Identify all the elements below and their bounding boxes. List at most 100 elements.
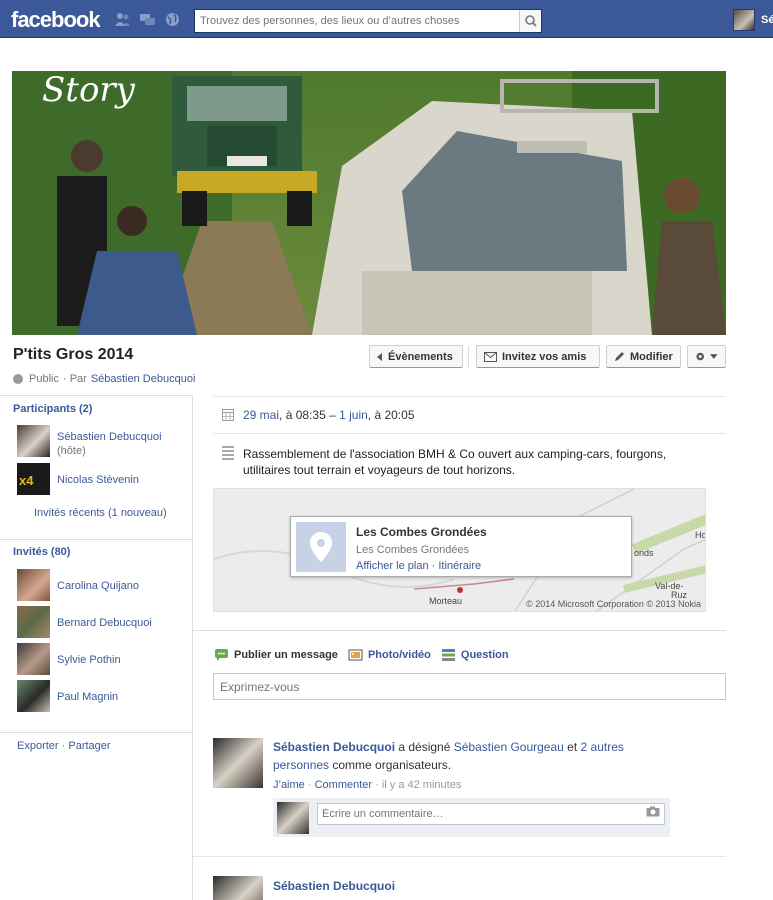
story-text: Sébastien Debucquoi xyxy=(273,877,673,895)
avatar[interactable] xyxy=(17,606,50,638)
search-box xyxy=(194,9,542,33)
map-links: Afficher le plan · Itinéraire xyxy=(356,560,481,572)
invite-friends-button[interactable]: Invitez vos amis xyxy=(476,345,600,368)
main-top-divider xyxy=(213,396,726,397)
pencil-icon xyxy=(615,352,624,361)
map-pin-icon xyxy=(310,532,332,562)
event-cover-photo: Story xyxy=(12,71,726,335)
photo-video-tab[interactable]: Photo/vidéo xyxy=(348,648,431,662)
notification-jewels xyxy=(114,12,181,27)
story-actions: J’aime · Commenter · il y a 42 minutes xyxy=(273,779,462,791)
status-input[interactable] xyxy=(213,673,726,700)
invited-item[interactable]: Bernard Debucquoi xyxy=(17,606,187,638)
comment-link[interactable]: Commenter xyxy=(315,779,372,791)
participant-name[interactable]: Nicolas Stèvenin xyxy=(57,474,139,486)
invited-item[interactable]: Carolina Quijano xyxy=(17,569,187,601)
participant-item[interactable]: x4 Nicolas Stèvenin xyxy=(17,463,187,495)
place-subtitle: Les Combes Grondées xyxy=(356,544,470,556)
end-date-link[interactable]: 1 juin xyxy=(339,408,368,422)
link-dot: · xyxy=(428,560,439,572)
story-author-link[interactable]: Sébastien Debucquoi xyxy=(273,740,395,754)
publish-message-label: Publier un message xyxy=(234,649,338,661)
event-meta: Public · Par Sébastien Debucquoi xyxy=(13,373,195,385)
start-time: , à 08:35 xyxy=(279,408,326,422)
events-button[interactable]: Évènements xyxy=(369,345,463,368)
place-title[interactable]: Les Combes Grondées xyxy=(356,525,487,539)
invited-name[interactable]: Paul Magnin xyxy=(57,691,118,703)
invited-title[interactable]: Invités (80) xyxy=(13,546,70,558)
cover-story-text: Story xyxy=(42,71,136,110)
location-popup: Les Combes Grondées Les Combes Grondées … xyxy=(290,516,632,577)
story-author-link[interactable]: Sébastien Debucquoi xyxy=(273,879,395,893)
recent-invites-link[interactable]: Invités récents (1 nouveau) xyxy=(34,507,167,519)
share-link[interactable]: Partager xyxy=(68,740,110,752)
export-link[interactable]: Exporter xyxy=(17,740,59,752)
invited-item[interactable]: Sylvie Pothin xyxy=(17,643,187,675)
composer-divider xyxy=(193,630,726,631)
details-divider xyxy=(213,433,726,434)
privacy-label: Public xyxy=(29,373,59,385)
chevron-left-icon xyxy=(377,352,382,361)
avatar[interactable] xyxy=(17,425,50,457)
story-author-avatar[interactable] xyxy=(213,738,263,788)
story-text-part: et xyxy=(563,740,581,754)
profile-name-link[interactable]: Sé xyxy=(761,14,773,26)
facebook-logo[interactable]: facebook xyxy=(11,7,101,33)
map-town-label: onds xyxy=(634,548,654,558)
question-tab[interactable]: Question xyxy=(441,648,509,662)
composer-tabs: Publier un message Photo/vidéo Question xyxy=(214,648,509,662)
map-pin-thumbnail xyxy=(296,522,346,572)
search-button[interactable] xyxy=(519,10,541,32)
photo-video-label: Photo/vidéo xyxy=(367,649,431,661)
profile-avatar[interactable] xyxy=(733,9,755,31)
avatar[interactable] xyxy=(17,569,50,601)
publish-message-tab[interactable]: Publier un message xyxy=(214,648,338,662)
story-divider xyxy=(193,856,726,857)
story-author-avatar[interactable] xyxy=(213,876,263,900)
date-dash: – xyxy=(325,408,340,422)
invited-name[interactable]: Bernard Debucquoi xyxy=(57,617,152,629)
story-text-part: comme organisateurs. xyxy=(329,758,452,772)
start-date-link[interactable]: 29 mai xyxy=(243,408,279,422)
invited-name[interactable]: Sylvie Pothin xyxy=(57,654,121,666)
show-map-link[interactable]: Afficher le plan xyxy=(356,560,429,572)
comment-input[interactable] xyxy=(317,803,665,825)
by-prefix: · Par xyxy=(62,373,87,385)
notifications-globe-icon[interactable] xyxy=(164,12,181,27)
photo-icon xyxy=(348,649,363,661)
invited-name[interactable]: Carolina Quijano xyxy=(57,580,139,592)
host-note: (hôte) xyxy=(57,445,86,457)
avatar[interactable] xyxy=(17,680,50,712)
event-title: P'tits Gros 2014 xyxy=(13,346,134,363)
search-input[interactable] xyxy=(200,15,510,27)
friend-requests-icon[interactable] xyxy=(114,12,131,27)
itinerary-link[interactable]: Itinéraire xyxy=(438,560,481,572)
like-link[interactable]: J’aime xyxy=(273,779,305,791)
invited-item[interactable]: Paul Magnin xyxy=(17,680,187,712)
event-date-row: 29 mai, à 08:35 – 1 juin, à 20:05 xyxy=(222,408,415,422)
host-link[interactable]: Sébastien Debucquoi xyxy=(91,373,196,385)
messages-icon[interactable] xyxy=(139,12,156,27)
settings-dropdown-button[interactable] xyxy=(687,345,726,368)
map-town-label: Ho xyxy=(695,530,706,540)
cover-photo-image: Story xyxy=(12,71,726,335)
participant-item[interactable]: Sébastien Debucquoi (hôte) xyxy=(17,425,187,457)
edit-button[interactable]: Modifier xyxy=(606,345,681,368)
avatar[interactable] xyxy=(17,643,50,675)
participants-title[interactable]: Participants (2) xyxy=(13,403,92,415)
event-location-map[interactable]: Les Combes Grondées Les Combes Grondées … xyxy=(213,488,706,612)
top-navigation-bar: facebook Sé xyxy=(0,0,773,38)
button-separator xyxy=(468,346,469,368)
speech-bubble-icon xyxy=(215,649,228,661)
divider xyxy=(0,732,192,733)
avatar[interactable]: x4 xyxy=(17,463,50,495)
invite-friends-label: Invitez vos amis xyxy=(502,350,587,363)
public-globe-icon xyxy=(13,374,23,384)
tagged-person-link[interactable]: Sébastien Gourgeau xyxy=(454,740,564,754)
map-copyright: © 2014 Microsoft Corporation © 2013 Noki… xyxy=(526,599,701,609)
camera-icon[interactable] xyxy=(646,806,660,817)
end-time: , à 20:05 xyxy=(367,408,415,422)
participant-name[interactable]: Sébastien Debucquoi xyxy=(57,431,162,443)
edit-button-label: Modifier xyxy=(630,350,673,363)
chevron-down-icon xyxy=(710,354,718,359)
